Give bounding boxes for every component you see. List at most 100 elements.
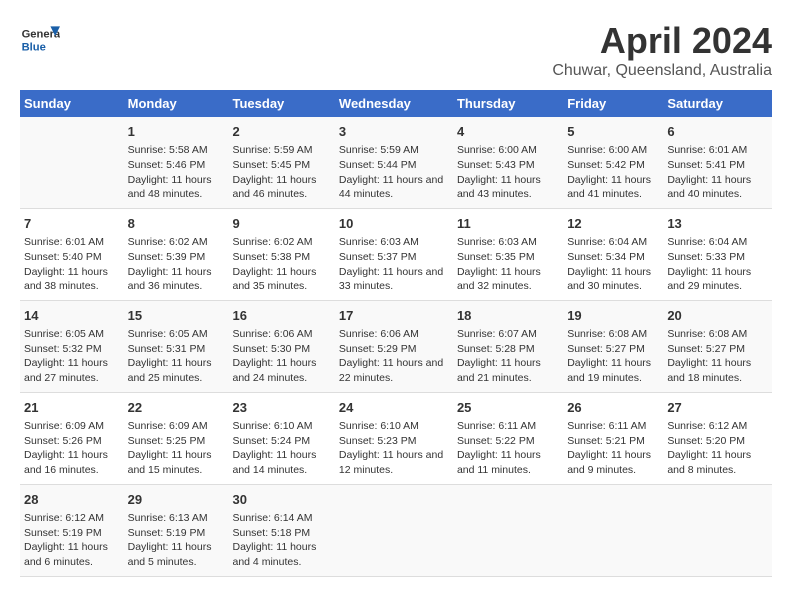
day-detail: Sunrise: 6:11 AM Sunset: 5:21 PM Dayligh… [567,419,659,478]
calendar-cell [20,117,124,208]
calendar-cell: 23Sunrise: 6:10 AM Sunset: 5:24 PM Dayli… [229,392,335,484]
calendar-table: SundayMondayTuesdayWednesdayThursdayFrid… [20,90,772,577]
day-detail: Sunrise: 6:12 AM Sunset: 5:19 PM Dayligh… [24,511,120,570]
column-header-monday: Monday [124,90,229,117]
calendar-cell [563,484,663,576]
calendar-cell: 1Sunrise: 5:58 AM Sunset: 5:46 PM Daylig… [124,117,229,208]
column-header-sunday: Sunday [20,90,124,117]
day-number: 6 [667,123,768,141]
title-area: April 2024 Chuwar, Queensland, Australia [552,20,772,80]
column-header-wednesday: Wednesday [335,90,453,117]
day-number: 3 [339,123,449,141]
day-number: 10 [339,215,449,233]
column-header-tuesday: Tuesday [229,90,335,117]
calendar-cell: 14 Sunrise: 6:05 AM Sunset: 5:32 PM Dayli… [20,300,124,392]
day-detail: Sunrise: 6:12 AM Sunset: 5:20 PM Dayligh… [667,419,768,478]
day-number: 21 [24,399,120,417]
calendar-cell: 13 Sunrise: 6:04 AM Sunset: 5:33 PM Dayli… [663,208,772,300]
calendar-cell: 22 Sunrise: 6:09 AM Sunset: 5:25 PM Dayli… [124,392,229,484]
calendar-cell: 5 Sunrise: 6:00 AM Sunset: 5:42 PM Daylig… [563,117,663,208]
day-number: 15 [128,307,225,325]
calendar-cell: 9 Sunrise: 6:02 AM Sunset: 5:38 PM Daylig… [229,208,335,300]
calendar-cell: 12 Sunrise: 6:04 AM Sunset: 5:34 PM Dayli… [563,208,663,300]
column-header-thursday: Thursday [453,90,563,117]
day-detail: Sunrise: 6:05 AM Sunset: 5:31 PM Dayligh… [128,327,225,386]
week-row-4: 21 Sunrise: 6:09 AM Sunset: 5:26 PM Dayli… [20,392,772,484]
day-detail: Sunrise: 6:07 AM Sunset: 5:28 PM Dayligh… [457,327,559,386]
column-header-saturday: Saturday [663,90,772,117]
day-number: 8 [128,215,225,233]
day-number: 23 [233,399,331,417]
day-number: 22 [128,399,225,417]
day-detail: Sunrise: 6:13 AM Sunset: 5:19 PM Dayligh… [128,511,225,570]
header: General Blue April 2024 Chuwar, Queensla… [20,20,772,80]
day-number: 28 [24,491,120,509]
day-number: 17 [339,307,449,325]
day-detail: Sunrise: 6:00 AM Sunset: 5:43 PM Dayligh… [457,143,559,202]
day-number: 20 [667,307,768,325]
svg-text:Blue: Blue [22,41,46,53]
calendar-cell: 10 Sunrise: 6:03 AM Sunset: 5:37 PM Dayli… [335,208,453,300]
day-detail: Sunrise: 6:02 AM Sunset: 5:38 PM Dayligh… [233,235,331,294]
day-detail: Sunrise: 6:03 AM Sunset: 5:37 PM Dayligh… [339,235,449,294]
day-detail: Sunrise: 6:11 AM Sunset: 5:22 PM Dayligh… [457,419,559,478]
day-detail: Sunrise: 6:09 AM Sunset: 5:26 PM Dayligh… [24,419,120,478]
day-number: 25 [457,399,559,417]
day-detail: Sunrise: 6:01 AM Sunset: 5:40 PM Dayligh… [24,235,120,294]
calendar-cell: 11Sunrise: 6:03 AM Sunset: 5:35 PM Dayli… [453,208,563,300]
day-detail: Sunrise: 6:10 AM Sunset: 5:23 PM Dayligh… [339,419,449,478]
day-detail: Sunrise: 6:04 AM Sunset: 5:34 PM Dayligh… [567,235,659,294]
day-detail: Sunrise: 6:05 AM Sunset: 5:32 PM Dayligh… [24,327,120,386]
day-number: 13 [667,215,768,233]
logo-icon: General Blue [20,20,60,60]
calendar-cell: 3 Sunrise: 5:59 AM Sunset: 5:44 PM Daylig… [335,117,453,208]
day-detail: Sunrise: 6:08 AM Sunset: 5:27 PM Dayligh… [667,327,768,386]
calendar-cell: 7 Sunrise: 6:01 AM Sunset: 5:40 PM Daylig… [20,208,124,300]
day-number: 27 [667,399,768,417]
calendar-cell: 15 Sunrise: 6:05 AM Sunset: 5:31 PM Dayli… [124,300,229,392]
calendar-cell: 27 Sunrise: 6:12 AM Sunset: 5:20 PM Dayli… [663,392,772,484]
day-number: 9 [233,215,331,233]
calendar-cell: 18Sunrise: 6:07 AM Sunset: 5:28 PM Dayli… [453,300,563,392]
calendar-cell: 28 Sunrise: 6:12 AM Sunset: 5:19 PM Dayli… [20,484,124,576]
calendar-cell: 8 Sunrise: 6:02 AM Sunset: 5:39 PM Daylig… [124,208,229,300]
day-detail: Sunrise: 6:06 AM Sunset: 5:29 PM Dayligh… [339,327,449,386]
day-number: 24 [339,399,449,417]
calendar-cell: 20 Sunrise: 6:08 AM Sunset: 5:27 PM Dayli… [663,300,772,392]
calendar-cell: 6 Sunrise: 6:01 AM Sunset: 5:41 PM Daylig… [663,117,772,208]
day-number: 4 [457,123,559,141]
day-detail: Sunrise: 6:00 AM Sunset: 5:42 PM Dayligh… [567,143,659,202]
day-number: 16 [233,307,331,325]
calendar-cell [335,484,453,576]
day-number: 26 [567,399,659,417]
day-number: 2 [233,123,331,141]
day-detail: Sunrise: 6:02 AM Sunset: 5:39 PM Dayligh… [128,235,225,294]
calendar-cell [663,484,772,576]
calendar-cell: 17 Sunrise: 6:06 AM Sunset: 5:29 PM Dayli… [335,300,453,392]
calendar-cell: 21 Sunrise: 6:09 AM Sunset: 5:26 PM Dayli… [20,392,124,484]
day-number: 7 [24,215,120,233]
week-row-1: 1Sunrise: 5:58 AM Sunset: 5:46 PM Daylig… [20,117,772,208]
header-row: SundayMondayTuesdayWednesdayThursdayFrid… [20,90,772,117]
day-detail: Sunrise: 5:58 AM Sunset: 5:46 PM Dayligh… [128,143,225,202]
day-detail: Sunrise: 6:08 AM Sunset: 5:27 PM Dayligh… [567,327,659,386]
calendar-cell: 2 Sunrise: 5:59 AM Sunset: 5:45 PM Daylig… [229,117,335,208]
week-row-2: 7 Sunrise: 6:01 AM Sunset: 5:40 PM Daylig… [20,208,772,300]
day-detail: Sunrise: 6:04 AM Sunset: 5:33 PM Dayligh… [667,235,768,294]
day-number: 5 [567,123,659,141]
day-number: 14 [24,307,120,325]
day-detail: Sunrise: 6:09 AM Sunset: 5:25 PM Dayligh… [128,419,225,478]
day-detail: Sunrise: 5:59 AM Sunset: 5:44 PM Dayligh… [339,143,449,202]
calendar-cell: 29Sunrise: 6:13 AM Sunset: 5:19 PM Dayli… [124,484,229,576]
column-header-friday: Friday [563,90,663,117]
calendar-cell: 4 Sunrise: 6:00 AM Sunset: 5:43 PM Daylig… [453,117,563,208]
day-number: 19 [567,307,659,325]
day-detail: Sunrise: 5:59 AM Sunset: 5:45 PM Dayligh… [233,143,331,202]
calendar-cell: 26 Sunrise: 6:11 AM Sunset: 5:21 PM Dayli… [563,392,663,484]
page-title: April 2024 [552,20,772,62]
day-detail: Sunrise: 6:14 AM Sunset: 5:18 PM Dayligh… [233,511,331,570]
calendar-cell: 25 Sunrise: 6:11 AM Sunset: 5:22 PM Dayli… [453,392,563,484]
calendar-cell: 24 Sunrise: 6:10 AM Sunset: 5:23 PM Dayli… [335,392,453,484]
day-detail: Sunrise: 6:01 AM Sunset: 5:41 PM Dayligh… [667,143,768,202]
day-number: 12 [567,215,659,233]
